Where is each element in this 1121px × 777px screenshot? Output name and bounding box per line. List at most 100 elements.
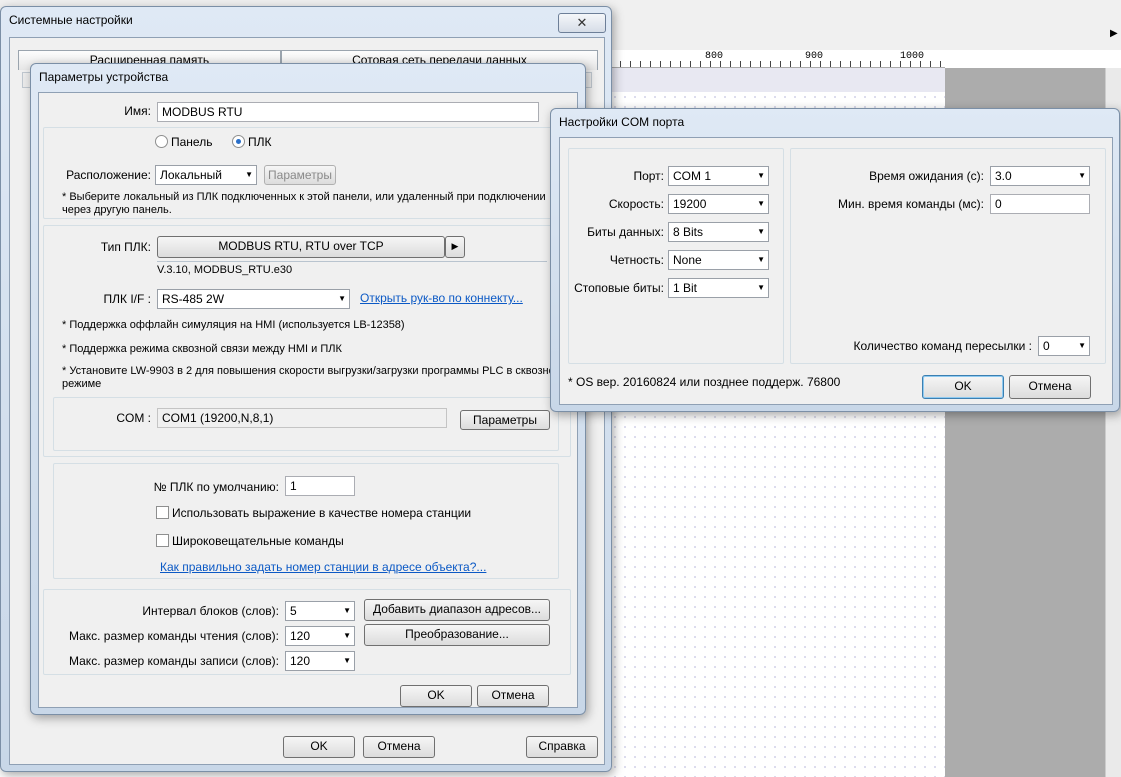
com-ok-button[interactable]: OK xyxy=(922,375,1004,399)
system-ok-button[interactable]: OK xyxy=(283,736,355,758)
note-offline-sim: * Поддержка оффлайн симуляция на HMI (ис… xyxy=(62,319,405,331)
use-expression-checkbox[interactable]: Использовать выражение в качестве номера… xyxy=(156,506,471,520)
port-dropdown[interactable]: COM 1 ▼ xyxy=(668,166,769,186)
plc-if-dropdown[interactable]: RS-485 2W ▼ xyxy=(157,289,350,309)
stop-bits-value: 1 Bit xyxy=(673,281,698,295)
ruler-ticks xyxy=(610,61,945,67)
parity-value: None xyxy=(673,253,702,267)
chevron-down-icon: ▼ xyxy=(343,631,351,640)
parity-label: Четность: xyxy=(609,253,664,267)
port-label: Порт: xyxy=(633,169,664,183)
max-read-value: 120 xyxy=(290,629,311,643)
timeout-dropdown[interactable]: 3.0 ▼ xyxy=(990,166,1090,186)
separator xyxy=(157,261,547,262)
speed-label: Скорость: xyxy=(608,197,664,211)
speed-dropdown[interactable]: 19200 ▼ xyxy=(668,194,769,214)
block-interval-dropdown[interactable]: 5 ▼ xyxy=(285,601,355,621)
convert-button[interactable]: Преобразование... xyxy=(364,624,550,646)
broadcast-label: Широковещательные команды xyxy=(172,534,344,548)
name-label: Имя: xyxy=(124,104,151,118)
max-read-label: Макс. размер команды чтения (слов): xyxy=(68,629,279,643)
min-cmd-time-input[interactable]: 0 xyxy=(990,194,1090,214)
port-value: COM 1 xyxy=(673,169,712,183)
block-interval-label: Интервал блоков (слов): xyxy=(142,604,279,618)
chevron-down-icon: ▼ xyxy=(343,606,351,615)
device-params-body: Имя: MODBUS RTU Панель ПЛК Расположение:… xyxy=(38,92,578,708)
com-params-button[interactable]: Параметры xyxy=(460,410,550,430)
radio-plc-label: ПЛК xyxy=(248,135,272,149)
max-write-value: 120 xyxy=(290,654,311,668)
block-interval-value: 5 xyxy=(290,604,297,618)
com-label: COM : xyxy=(116,411,151,425)
com-cancel-button[interactable]: Отмена xyxy=(1009,375,1091,399)
speed-value: 19200 xyxy=(673,197,707,211)
plc-version: V.3.10, MODBUS_RTU.e30 xyxy=(157,264,293,276)
close-icon: ✕ xyxy=(576,15,588,30)
chevron-down-icon: ▼ xyxy=(1078,341,1086,350)
device-params-window: Параметры устройства Имя: MODBUS RTU Пан… xyxy=(30,63,586,715)
window-title: Параметры устройства xyxy=(39,70,169,84)
device-cancel-button[interactable]: Отмена xyxy=(477,685,549,707)
resend-count-dropdown[interactable]: 0 ▼ xyxy=(1038,336,1090,356)
chevron-down-icon: ▼ xyxy=(757,171,765,180)
system-help-button[interactable]: Справка xyxy=(526,736,598,758)
default-plc-input[interactable]: 1 xyxy=(285,476,355,496)
chevron-down-icon: ▼ xyxy=(757,227,765,236)
open-manual-link[interactable]: Открыть рук-во по коннекту... xyxy=(360,291,523,305)
plc-type-label: Тип ПЛК: xyxy=(100,240,151,254)
horizontal-ruler: 800 900 1000 xyxy=(610,50,945,68)
close-button[interactable]: ✕ xyxy=(558,13,606,33)
location-params-button[interactable]: Параметры xyxy=(264,165,336,185)
radio-plc-icon xyxy=(232,135,245,148)
stop-bits-label: Стоповые биты: xyxy=(574,281,664,295)
radio-panel-icon xyxy=(155,135,168,148)
chevron-down-icon: ▼ xyxy=(1078,171,1086,180)
resend-count-label: Количество команд пересылки : xyxy=(853,339,1033,353)
note-passthrough: * Поддержка режима сквозной связи между … xyxy=(62,343,342,355)
window-title: Настройки COM порта xyxy=(559,115,685,129)
chevron-down-icon: ▼ xyxy=(757,283,765,292)
chevron-down-icon: ▼ xyxy=(343,656,351,665)
radio-panel-label: Панель xyxy=(171,135,213,149)
add-address-range-button[interactable]: Добавить диапазон адресов... xyxy=(364,599,550,621)
resend-count-value: 0 xyxy=(1043,339,1050,353)
com-settings-body: Порт: COM 1 ▼ Скорость: 19200 ▼ Биты данны… xyxy=(559,137,1113,405)
default-plc-label: № ПЛК по умолчанию: xyxy=(153,480,279,494)
location-dropdown[interactable]: Локальный ▼ xyxy=(155,165,257,185)
timeout-label: Время ожидания (с): xyxy=(869,169,984,183)
chevron-down-icon: ▼ xyxy=(757,255,765,264)
checkbox-icon xyxy=(156,534,169,547)
min-cmd-time-label: Мин. время команды (мс): xyxy=(838,197,984,211)
chevron-down-icon: ▼ xyxy=(757,199,765,208)
plc-type-button[interactable]: MODBUS RTU, RTU over TCP xyxy=(157,236,445,258)
station-help-link[interactable]: Как правильно задать номер станции в адр… xyxy=(160,560,486,574)
parity-dropdown[interactable]: None ▼ xyxy=(668,250,769,270)
checkbox-icon xyxy=(156,506,169,519)
note-lw9903: * Установите LW-9903 в 2 для повышения с… xyxy=(62,365,563,390)
device-ok-button[interactable]: OK xyxy=(400,685,472,707)
chevron-down-icon: ▼ xyxy=(245,170,253,179)
radio-plc[interactable]: ПЛК xyxy=(232,135,272,149)
location-label: Расположение: xyxy=(66,168,151,182)
data-bits-label: Биты данных: xyxy=(587,225,664,239)
location-note: * Выберите локальный из ПЛК подключенных… xyxy=(62,191,546,216)
window-title: Системные настройки xyxy=(9,13,133,27)
com-settings-window: Настройки COM порта Порт: COM 1 ▼ Скорост… xyxy=(550,108,1120,412)
plc-type-arrow-icon[interactable]: ▶ xyxy=(445,236,465,258)
system-cancel-button[interactable]: Отмена xyxy=(363,736,435,758)
stop-bits-dropdown[interactable]: 1 Bit ▼ xyxy=(668,278,769,298)
location-value: Локальный xyxy=(160,168,222,182)
plc-if-label: ПЛК I/F : xyxy=(103,292,152,306)
radio-panel[interactable]: Панель xyxy=(155,135,212,149)
data-bits-value: 8 Bits xyxy=(673,225,704,239)
os-version-note: * OS вер. 20160824 или позднее поддерж. … xyxy=(568,375,841,389)
name-input[interactable]: MODBUS RTU xyxy=(157,102,539,122)
com-value: COM1 (19200,N,8,1) xyxy=(157,408,447,428)
use-expression-label: Использовать выражение в качестве номера… xyxy=(172,506,472,520)
broadcast-checkbox[interactable]: Широковещательные команды xyxy=(156,534,344,548)
data-bits-dropdown[interactable]: 8 Bits ▼ xyxy=(668,222,769,242)
max-read-dropdown[interactable]: 120 ▼ xyxy=(285,626,355,646)
plc-if-value: RS-485 2W xyxy=(162,292,225,306)
play-icon[interactable]: ▶ xyxy=(1110,28,1118,39)
max-write-dropdown[interactable]: 120 ▼ xyxy=(285,651,355,671)
